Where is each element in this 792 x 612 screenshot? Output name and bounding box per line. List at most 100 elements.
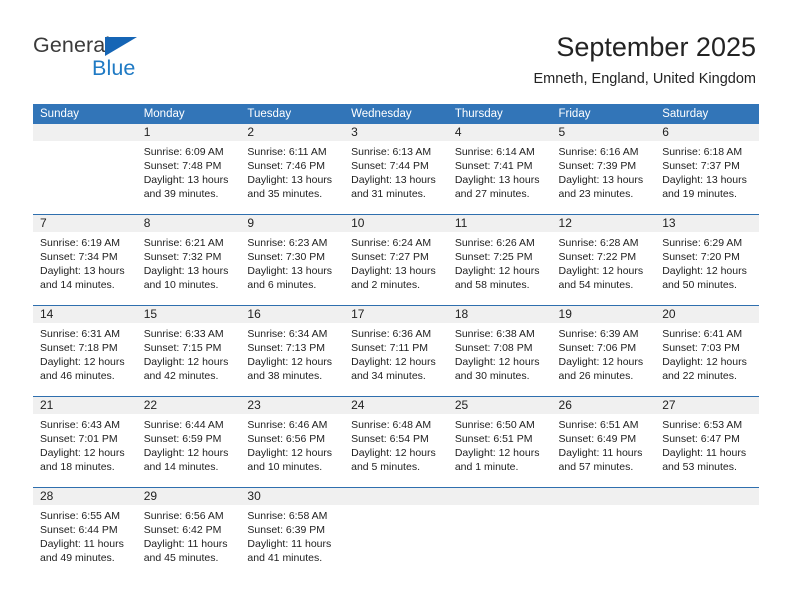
sunset-text: Sunset: 7:18 PM	[40, 342, 118, 354]
sunset-text: Sunset: 7:32 PM	[143, 251, 222, 263]
calendar-day-cell[interactable]: 18 Sunrise: 6:38 AM Sunset: 7:08 PM Dayligh…	[447, 305, 552, 397]
day-sun-details: Sunrise: 6:11 AM Sunset: 7:46 PM Daylight:…	[240, 141, 344, 201]
calendar-day-cell[interactable]: 28 Sunrise: 6:55 AM Sunset: 6:44 PM Dayligh…	[33, 487, 137, 578]
sunrise-text: Sunrise: 6:43 AM	[40, 419, 120, 431]
calendar-day-cell[interactable]: 12 Sunrise: 6:28 AM Sunset: 7:22 PM Dayligh…	[551, 214, 656, 306]
calendar-day-cell[interactable]: 21 Sunrise: 6:43 AM Sunset: 7:01 PM Dayligh…	[33, 396, 137, 488]
day-number	[655, 488, 759, 505]
sunset-text: Sunset: 6:54 PM	[351, 433, 429, 445]
calendar-header-row: Sunday Monday Tuesday Wednesday Thursday Frid…	[33, 104, 759, 124]
day-number: 28	[33, 488, 137, 505]
day-sun-details: Sunrise: 6:50 AM Sunset: 6:51 PM Daylight:…	[448, 414, 552, 474]
day-sun-details: Sunrise: 6:21 AM Sunset: 7:32 PM Daylight:…	[137, 232, 241, 292]
calendar-day-cell[interactable]: 27 Sunrise: 6:53 AM Sunset: 6:47 PM Dayligh…	[655, 396, 759, 488]
daylight-text-line1: Daylight: 13 hours	[662, 174, 747, 186]
calendar-day-cell[interactable]: 8 Sunrise: 6:21 AM Sunset: 7:32 PM Daylight…	[136, 214, 241, 306]
day-cell-content: 9 Sunrise: 6:23 AM Sunset: 7:30 PM Daylight…	[240, 215, 345, 305]
calendar-day-cell[interactable]: 19 Sunrise: 6:39 AM Sunset: 7:06 PM Dayligh…	[551, 305, 656, 397]
sunrise-text: Sunrise: 6:50 AM	[454, 419, 535, 431]
day-sun-details: Sunrise: 6:44 AM Sunset: 6:59 PM Daylight:…	[137, 414, 241, 474]
calendar-day-cell[interactable]: 2 Sunrise: 6:11 AM Sunset: 7:46 PM Daylight…	[240, 124, 345, 215]
day-cell-content: 19 Sunrise: 6:39 AM Sunset: 7:06 PM Dayligh…	[551, 306, 656, 396]
sunrise-text: Sunrise: 6:55 AM	[40, 510, 120, 522]
daylight-text-line1: Daylight: 12 hours	[558, 265, 644, 277]
calendar-day-cell[interactable]: 16 Sunrise: 6:34 AM Sunset: 7:13 PM Dayligh…	[240, 305, 345, 397]
daylight-text-line1: Daylight: 12 hours	[662, 356, 747, 368]
daylight-text-line2: and 10 minutes.	[143, 279, 219, 291]
daylight-text-line2: and 22 minutes.	[662, 370, 737, 382]
daylight-text-line1: Daylight: 12 hours	[247, 356, 333, 368]
daylight-text-line1: Daylight: 12 hours	[351, 356, 436, 368]
daylight-text-line1: Daylight: 13 hours	[454, 174, 540, 186]
daylight-text-line2: and 30 minutes.	[454, 370, 530, 382]
daylight-text-line2: and 31 minutes.	[351, 188, 426, 200]
sunset-text: Sunset: 6:59 PM	[143, 433, 222, 445]
day-cell-content: 16 Sunrise: 6:34 AM Sunset: 7:13 PM Dayligh…	[240, 306, 345, 396]
calendar-day-cell[interactable]: 29 Sunrise: 6:56 AM Sunset: 6:42 PM Dayligh…	[136, 487, 241, 578]
calendar-day-cell[interactable]: 22 Sunrise: 6:44 AM Sunset: 6:59 PM Dayligh…	[136, 396, 241, 488]
daylight-text-line2: and 54 minutes.	[558, 279, 634, 291]
calendar-day-cell[interactable]: 6 Sunrise: 6:18 AM Sunset: 7:37 PM Daylight…	[655, 124, 759, 215]
daylight-text-line2: and 5 minutes.	[351, 461, 420, 473]
day-cell-content	[551, 488, 656, 578]
day-number: 1	[136, 124, 241, 141]
calendar-day-cell[interactable]: 1 Sunrise: 6:09 AM Sunset: 7:48 PM Daylight…	[136, 124, 241, 215]
day-sun-details: Sunrise: 6:38 AM Sunset: 7:08 PM Daylight:…	[448, 323, 552, 383]
daylight-text-line1: Daylight: 11 hours	[143, 538, 228, 550]
general-blue-logo[interactable]: General Blue	[33, 33, 233, 85]
calendar-day-cell[interactable]: 26 Sunrise: 6:51 AM Sunset: 6:49 PM Dayligh…	[551, 396, 656, 488]
day-cell-content	[655, 488, 759, 578]
sunset-text: Sunset: 7:41 PM	[454, 160, 533, 172]
daylight-text-line2: and 49 minutes.	[40, 552, 115, 564]
sunset-text: Sunset: 7:46 PM	[247, 160, 326, 172]
sunset-text: Sunset: 7:20 PM	[662, 251, 740, 263]
daylight-text-line1: Daylight: 13 hours	[247, 265, 333, 277]
calendar-day-cell[interactable]: 9 Sunrise: 6:23 AM Sunset: 7:30 PM Daylight…	[240, 214, 345, 306]
weekday-header-friday: Friday	[551, 104, 656, 124]
daylight-text-line2: and 14 minutes.	[143, 461, 219, 473]
calendar-day-cell[interactable]: 3 Sunrise: 6:13 AM Sunset: 7:44 PM Daylight…	[344, 124, 448, 215]
day-number: 8	[136, 215, 241, 232]
day-number: 19	[551, 306, 656, 323]
sunset-text: Sunset: 7:48 PM	[143, 160, 222, 172]
calendar-day-cell[interactable]: 25 Sunrise: 6:50 AM Sunset: 6:51 PM Dayligh…	[447, 396, 552, 488]
day-cell-content: 25 Sunrise: 6:50 AM Sunset: 6:51 PM Dayligh…	[447, 397, 552, 487]
page-title: September 2025	[556, 32, 756, 62]
logo-text-blue: Blue	[92, 56, 136, 80]
calendar-day-cell[interactable]: 11 Sunrise: 6:26 AM Sunset: 7:25 PM Dayligh…	[447, 214, 552, 306]
calendar-day-cell[interactable]: 13 Sunrise: 6:29 AM Sunset: 7:20 PM Dayligh…	[655, 214, 759, 306]
day-number: 26	[551, 397, 656, 414]
calendar-day-cell[interactable]: 23 Sunrise: 6:46 AM Sunset: 6:56 PM Dayligh…	[240, 396, 345, 488]
day-sun-details: Sunrise: 6:36 AM Sunset: 7:11 PM Daylight:…	[344, 323, 448, 383]
calendar-day-cell[interactable]: 17 Sunrise: 6:36 AM Sunset: 7:11 PM Dayligh…	[344, 305, 448, 397]
day-number: 25	[447, 397, 552, 414]
calendar-day-cell[interactable]: 14 Sunrise: 6:31 AM Sunset: 7:18 PM Dayligh…	[33, 305, 137, 397]
day-number: 21	[33, 397, 137, 414]
calendar-day-cell[interactable]: 4 Sunrise: 6:14 AM Sunset: 7:41 PM Daylight…	[447, 124, 552, 215]
day-cell-content	[33, 124, 137, 214]
sunrise-text: Sunrise: 6:23 AM	[247, 237, 328, 249]
calendar-day-cell[interactable]: 15 Sunrise: 6:33 AM Sunset: 7:15 PM Dayligh…	[136, 305, 241, 397]
calendar-day-cell[interactable]: 20 Sunrise: 6:41 AM Sunset: 7:03 PM Dayligh…	[655, 305, 759, 397]
daylight-text-line2: and 35 minutes.	[247, 188, 323, 200]
day-number	[551, 488, 656, 505]
day-cell-content: 24 Sunrise: 6:48 AM Sunset: 6:54 PM Dayligh…	[344, 397, 448, 487]
sunrise-text: Sunrise: 6:36 AM	[351, 328, 432, 340]
sunrise-text: Sunrise: 6:48 AM	[351, 419, 432, 431]
calendar-day-cell[interactable]: 5 Sunrise: 6:16 AM Sunset: 7:39 PM Daylight…	[551, 124, 656, 215]
calendar-week-row: 21 Sunrise: 6:43 AM Sunset: 7:01 PM Dayligh…	[33, 396, 759, 488]
day-cell-content: 23 Sunrise: 6:46 AM Sunset: 6:56 PM Dayligh…	[240, 397, 345, 487]
calendar-day-cell[interactable]: 7 Sunrise: 6:19 AM Sunset: 7:34 PM Daylight…	[33, 214, 137, 306]
daylight-text-line1: Daylight: 12 hours	[40, 447, 125, 459]
logo-text-general: General	[33, 33, 111, 57]
sunrise-text: Sunrise: 6:51 AM	[558, 419, 639, 431]
day-number: 10	[344, 215, 448, 232]
sunrise-text: Sunrise: 6:44 AM	[143, 419, 224, 431]
calendar-day-cell[interactable]: 24 Sunrise: 6:48 AM Sunset: 6:54 PM Dayligh…	[344, 396, 448, 488]
sunset-text: Sunset: 6:42 PM	[143, 524, 222, 536]
sunrise-text: Sunrise: 6:31 AM	[40, 328, 120, 340]
day-number: 22	[136, 397, 241, 414]
daylight-text-line1: Daylight: 13 hours	[40, 265, 125, 277]
calendar-day-cell[interactable]: 30 Sunrise: 6:58 AM Sunset: 6:39 PM Dayligh…	[240, 487, 345, 578]
calendar-day-cell[interactable]: 10 Sunrise: 6:24 AM Sunset: 7:27 PM Dayligh…	[344, 214, 448, 306]
